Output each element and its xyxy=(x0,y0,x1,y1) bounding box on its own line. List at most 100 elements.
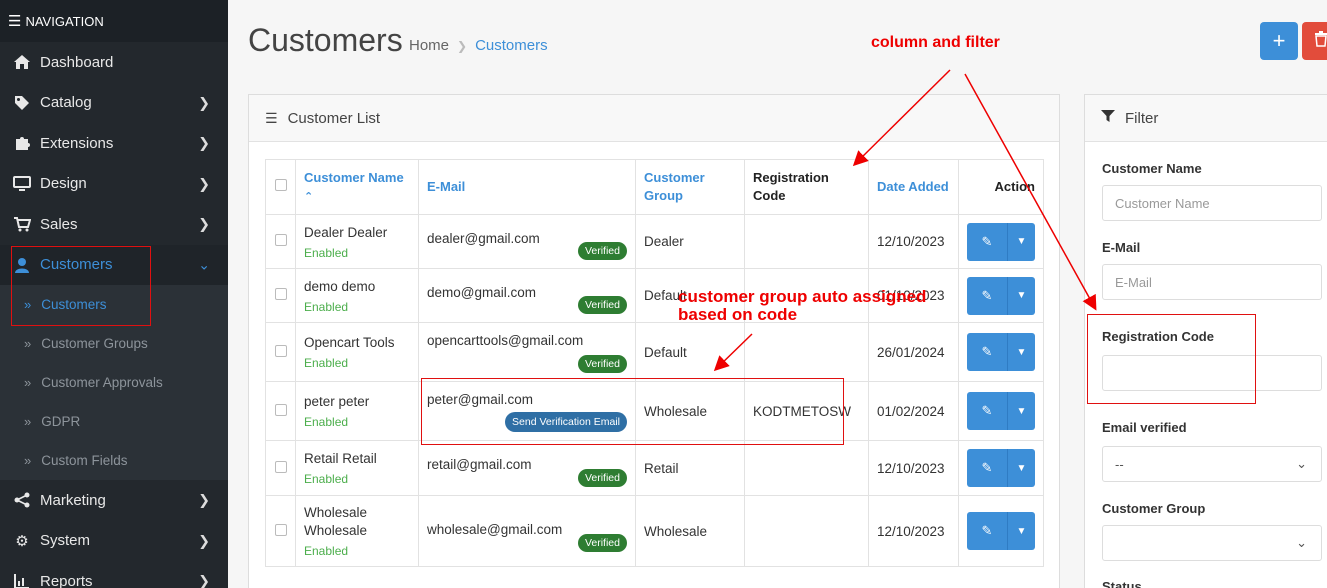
table-row: Opencart Tools Enabled opencarttools@gmai… xyxy=(265,322,1044,382)
column-label: Customer Group xyxy=(644,170,705,203)
sidebar-subitem-customer-approvals[interactable]: » Customer Approvals xyxy=(0,363,228,402)
sidebar-item-reports[interactable]: Reports ❯ xyxy=(0,561,228,588)
annotation-box-registration-filter xyxy=(1087,314,1256,404)
row-checkbox[interactable] xyxy=(274,344,287,357)
sidebar-item-design[interactable]: Design ❯ xyxy=(0,164,228,205)
action-dropdown-button[interactable]: ▼ xyxy=(1007,449,1035,487)
edit-button[interactable]: ✎ xyxy=(967,222,1007,261)
filter-customer-name-input[interactable]: Customer Name xyxy=(1102,185,1322,221)
customer-email: opencarttools@gmail.com xyxy=(427,333,584,348)
pencil-icon: ✎ xyxy=(981,523,993,538)
action-button-group: ✎ ▼ xyxy=(967,222,1035,261)
row-checkbox[interactable] xyxy=(274,460,287,473)
sidebar-subitem-label: Customer Groups xyxy=(41,336,148,351)
share-icon xyxy=(12,492,32,508)
group-cell: Default xyxy=(635,322,745,382)
chart-icon xyxy=(12,573,32,588)
home-icon xyxy=(12,54,32,70)
action-cell: ✎ ▼ xyxy=(958,214,1044,269)
action-dropdown-button[interactable]: ▼ xyxy=(1007,392,1035,430)
edit-button[interactable]: ✎ xyxy=(967,276,1007,315)
breadcrumb-home[interactable]: Home xyxy=(409,37,449,54)
row-checkbox[interactable] xyxy=(274,234,287,246)
group-cell: Dealer xyxy=(635,214,745,269)
chevron-right-icon: ❯ xyxy=(198,572,210,588)
column-label: Date Added xyxy=(877,179,949,194)
customer-email: wholesale@gmail.com xyxy=(427,522,563,537)
annotation-line: customer group auto assigned xyxy=(678,287,927,306)
email-cell: opencarttools@gmail.com Verified xyxy=(418,322,636,382)
sidebar-subitem-gdpr[interactable]: » GDPR xyxy=(0,402,228,441)
sidebar-item-extensions[interactable]: Extensions ❯ xyxy=(0,123,228,164)
verified-badge: Verified xyxy=(577,296,627,314)
date-added: 12/10/2023 xyxy=(877,523,945,539)
sidebar-item-dashboard[interactable]: Dashboard xyxy=(0,42,228,83)
filter-email-input[interactable]: E-Mail xyxy=(1102,264,1322,300)
table-header-row: Customer Name ⌃ E-Mail Customer Group Reg… xyxy=(265,159,1044,215)
nav-header[interactable]: ☰ NAVIGATION xyxy=(0,0,228,42)
edit-button[interactable]: ✎ xyxy=(967,512,1007,550)
column-email[interactable]: E-Mail xyxy=(418,159,636,215)
action-dropdown-button[interactable]: ▼ xyxy=(1007,512,1035,550)
customer-status: Enabled xyxy=(304,472,349,486)
date-added: 12/10/2023 xyxy=(877,460,945,476)
select-value: -- xyxy=(1115,456,1124,472)
sidebar-item-marketing[interactable]: Marketing ❯ xyxy=(0,480,228,521)
column-registration-code: Registration Code xyxy=(744,159,869,215)
customer-group: Default xyxy=(644,344,687,360)
add-button[interactable]: + xyxy=(1260,22,1298,60)
action-dropdown-button[interactable]: ▼ xyxy=(1007,222,1035,261)
row-select-cell xyxy=(265,322,296,382)
row-checkbox[interactable] xyxy=(274,523,287,536)
edit-button[interactable]: ✎ xyxy=(967,392,1007,430)
sidebar-subitem-custom-fields[interactable]: » Custom Fields xyxy=(0,441,228,480)
select-all-checkbox[interactable] xyxy=(274,179,287,191)
breadcrumb: Home ❯ Customers xyxy=(409,37,548,54)
column-label: Registration Code xyxy=(753,170,829,203)
date-cell: 12/10/2023 xyxy=(868,495,959,567)
delete-button[interactable] xyxy=(1302,22,1327,60)
edit-button[interactable]: ✎ xyxy=(967,333,1007,371)
sidebar-item-sales[interactable]: Sales ❯ xyxy=(0,204,228,245)
action-dropdown-button[interactable]: ▼ xyxy=(1007,276,1035,315)
sidebar-subitem-customer-groups[interactable]: » Customer Groups xyxy=(0,324,228,363)
caret-down-icon: ▼ xyxy=(1016,462,1027,474)
edit-button[interactable]: ✎ xyxy=(967,449,1007,487)
column-customer-group[interactable]: Customer Group xyxy=(635,159,745,215)
customer-email: dealer@gmail.com xyxy=(427,231,540,246)
caret-down-icon: ▼ xyxy=(1016,346,1027,358)
filter-email-verified-select[interactable]: -- ⌄ xyxy=(1102,446,1322,482)
caret-down-icon: ▼ xyxy=(1016,236,1027,247)
filter-customer-group-select[interactable]: ⌄ xyxy=(1102,525,1322,561)
annotation-group-auto-assigned: customer group auto assigned based on co… xyxy=(678,288,926,324)
action-dropdown-button[interactable]: ▼ xyxy=(1007,333,1035,371)
date-cell: 12/10/2023 xyxy=(868,440,959,496)
verified-badge: Verified xyxy=(577,242,627,260)
row-checkbox[interactable] xyxy=(274,403,287,416)
customer-email: retail@gmail.com xyxy=(427,457,532,472)
chevron-right-icon: ❯ xyxy=(198,491,210,508)
sidebar-item-system[interactable]: ⚙ System ❯ xyxy=(0,521,228,562)
action-button-group: ✎ ▼ xyxy=(967,449,1035,487)
code-cell xyxy=(744,495,869,567)
filter-header: Filter xyxy=(1085,95,1327,142)
action-cell: ✎ ▼ xyxy=(958,322,1044,382)
table-row: Wholesale Wholesale Enabled wholesale@gma… xyxy=(265,495,1044,567)
date-cell: 12/10/2023 xyxy=(868,214,959,269)
tag-icon xyxy=(12,95,32,111)
table-row: Retail Retail Enabled retail@gmail.com Ver… xyxy=(265,440,1044,496)
filter-customer-group-label: Customer Group xyxy=(1102,501,1206,516)
plus-icon: + xyxy=(1272,28,1286,53)
column-customer-name[interactable]: Customer Name ⌃ xyxy=(295,159,419,215)
verified-badge: Verified xyxy=(577,355,627,373)
filter-customer-name-label: Customer Name xyxy=(1102,161,1202,176)
breadcrumb-customers[interactable]: Customers xyxy=(475,37,548,54)
double-chevron-icon: » xyxy=(24,414,32,429)
menu-icon[interactable]: ☰ xyxy=(8,12,21,30)
sidebar-item-catalog[interactable]: Catalog ❯ xyxy=(0,83,228,124)
date-cell: 26/01/2024 xyxy=(868,322,959,382)
column-date-added[interactable]: Date Added xyxy=(868,159,959,215)
date-added: 01/02/2024 xyxy=(877,403,945,419)
customer-name: peter peter xyxy=(304,394,370,409)
row-checkbox[interactable] xyxy=(274,288,287,300)
